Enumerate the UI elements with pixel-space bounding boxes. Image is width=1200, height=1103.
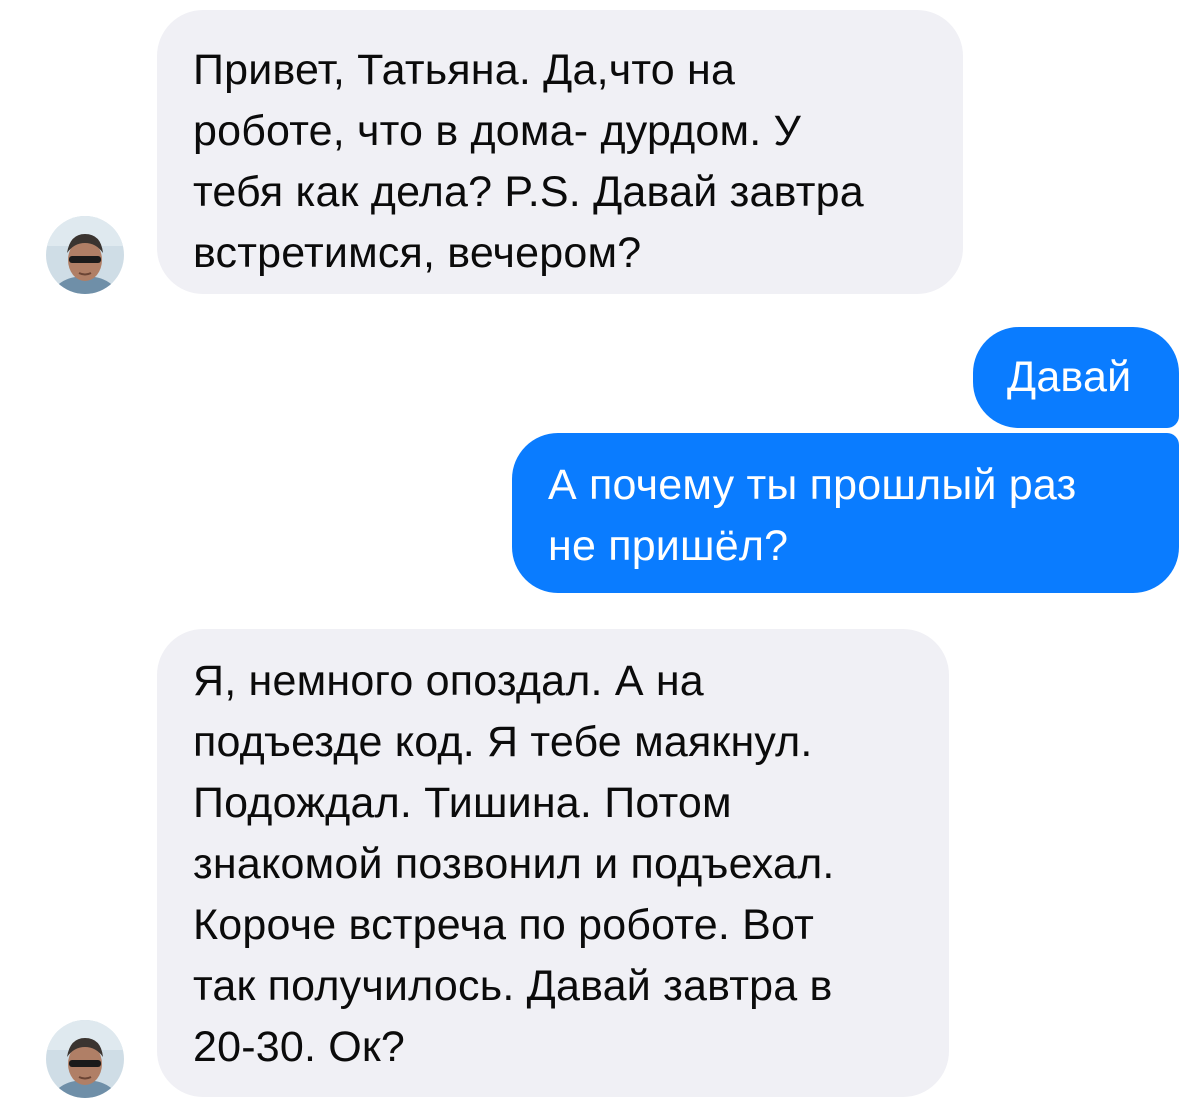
chat-thread: Привет, Татьяна. Да,что на роботе, что в… bbox=[0, 0, 1200, 1103]
avatar-photo bbox=[46, 1020, 124, 1098]
avatar-photo bbox=[46, 216, 124, 294]
contact-avatar-icon[interactable] bbox=[46, 216, 124, 294]
contact-avatar-icon[interactable] bbox=[46, 1020, 124, 1098]
outgoing-message-bubble[interactable]: Давай bbox=[973, 327, 1179, 428]
outgoing-message-bubble[interactable]: А почему ты прошлый раз не пришёл? bbox=[512, 433, 1179, 593]
incoming-message-bubble[interactable]: Я, немного опоздал. А на подъезде код. Я… bbox=[157, 629, 949, 1097]
incoming-message-bubble[interactable]: Привет, Татьяна. Да,что на роботе, что в… bbox=[157, 10, 963, 294]
